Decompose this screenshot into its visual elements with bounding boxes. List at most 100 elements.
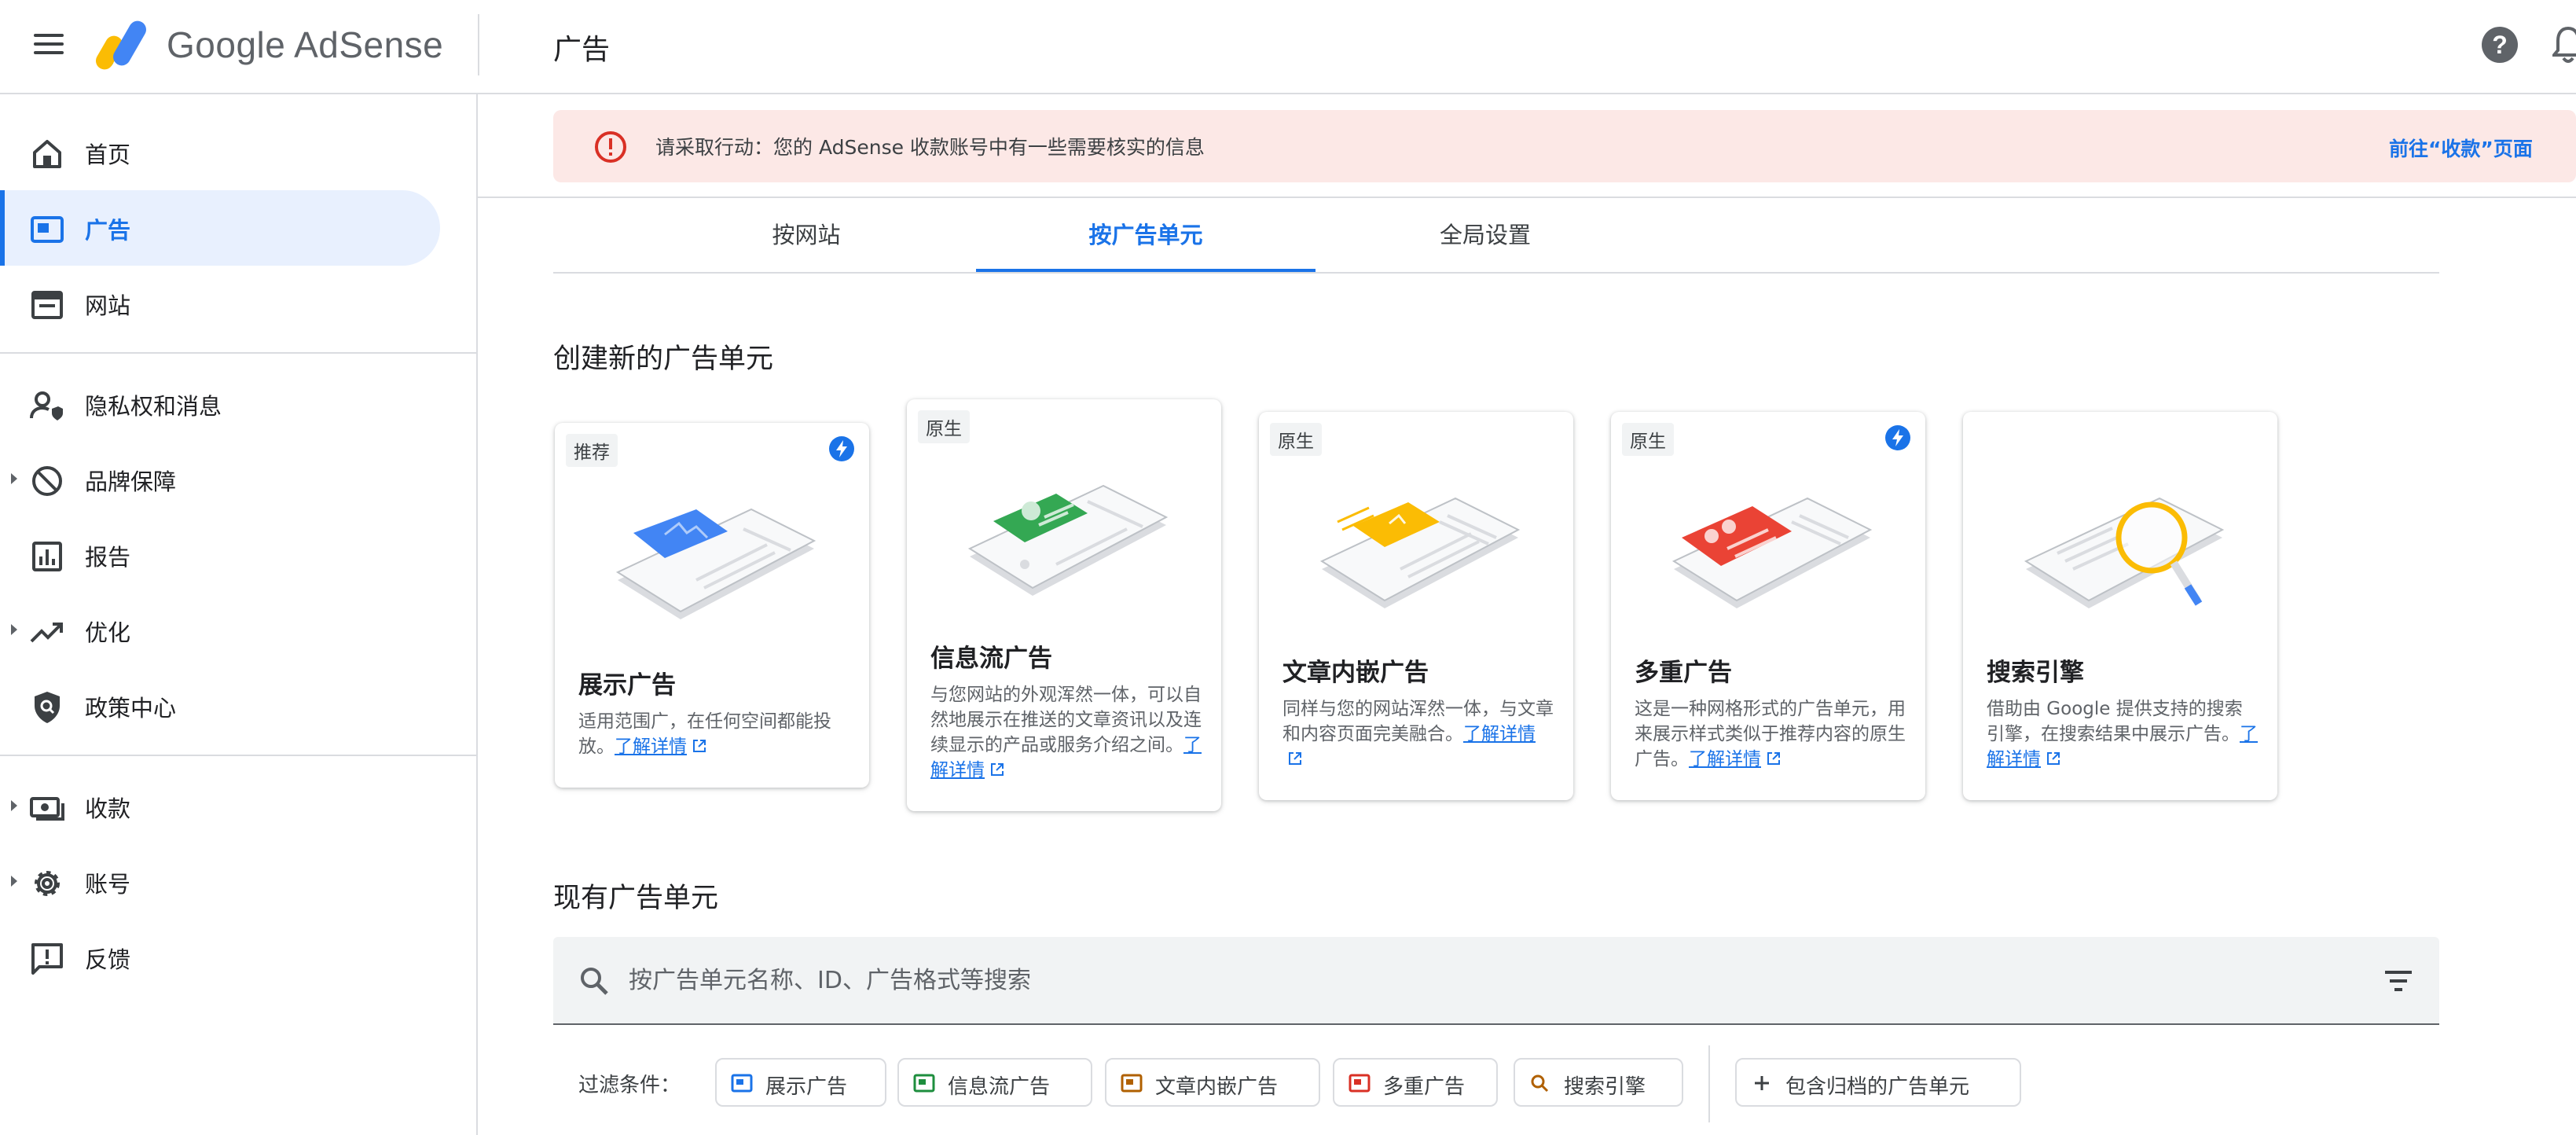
- learn-more-link[interactable]: 了解详情: [1689, 749, 1761, 770]
- sidebar-item-label: 政策中心: [85, 695, 177, 722]
- filter-divider: [1708, 1045, 1710, 1122]
- nav-divider: [0, 755, 478, 756]
- in-feed-ad-icon: [913, 1074, 935, 1093]
- alert-message: 请采取行动：您的 AdSense 收款账号中有一些需要核实的信息: [655, 136, 1205, 159]
- help-icon[interactable]: ?: [2482, 27, 2518, 63]
- sidebar-item-feedback[interactable]: 反馈: [0, 920, 440, 995]
- sidebar-item-label: 优化: [85, 619, 131, 646]
- sidebar-item-ads[interactable]: 广告: [0, 190, 440, 266]
- sidebar-item-label: 反馈: [85, 946, 131, 973]
- expand-caret-icon[interactable]: [11, 876, 17, 887]
- go-to-payments-link[interactable]: 前往“收款”页面: [2389, 134, 2533, 162]
- display-ad-illustration: [615, 508, 816, 619]
- sidebar-item-label: 网站: [85, 292, 131, 319]
- learn-more-link[interactable]: 了解详情: [1463, 724, 1536, 744]
- gear-icon: [35, 871, 60, 896]
- trending-up-icon: [30, 623, 63, 643]
- error-alert-icon: [595, 131, 626, 163]
- sidebar-item-reports[interactable]: 报告: [0, 517, 440, 593]
- sites-icon: [31, 291, 63, 319]
- lightning-bolt-icon: [829, 436, 854, 461]
- multiplex-ad-illustration: [1671, 497, 1873, 608]
- sidebar-item-sites[interactable]: 网站: [0, 266, 440, 341]
- in-feed-ads-card[interactable]: 原生 信息流广告 与您网站的外观浑然一体，可以自然地展示在推送的文章资讯以及连续…: [907, 399, 1221, 811]
- external-link-icon: [2047, 752, 2060, 765]
- brand-divider: [478, 14, 479, 75]
- sidebar-item-label: 品牌保障: [85, 468, 177, 495]
- filter-chip-search-engine[interactable]: 搜索引擎: [1514, 1058, 1683, 1107]
- sidebar-item-label: 首页: [85, 141, 131, 168]
- expand-caret-icon[interactable]: [11, 800, 17, 811]
- filter-chip-in-article[interactable]: 文章内嵌广告: [1105, 1058, 1320, 1107]
- notifications-bell-icon[interactable]: [2552, 25, 2576, 64]
- include-archived-chip[interactable]: 包含归档的广告单元: [1735, 1058, 2021, 1107]
- display-ad-icon: [731, 1074, 753, 1093]
- search-engine-illustration: [2024, 497, 2225, 608]
- display-ads-card[interactable]: 推荐 展示广告 适用范围广，在任何空间都能投放。了解详情: [555, 423, 869, 788]
- lightning-bolt-icon: [1885, 425, 1910, 450]
- search-input[interactable]: [629, 959, 2310, 1001]
- chip-label: 文章内嵌广告: [1155, 1075, 1279, 1099]
- search-icon: [1531, 1074, 1549, 1093]
- card-title: 展示广告: [578, 671, 676, 700]
- add-icon: [1755, 1076, 1769, 1090]
- learn-more-link[interactable]: 了解详情: [615, 736, 687, 757]
- sidebar-item-policy-center[interactable]: 政策中心: [0, 668, 440, 744]
- sidebar-item-account[interactable]: 账号: [0, 844, 440, 920]
- filter-chip-display[interactable]: 展示广告: [715, 1058, 886, 1107]
- sidebar-item-privacy[interactable]: 隐私权和消息: [0, 366, 440, 442]
- multiplex-ad-icon: [1349, 1074, 1371, 1093]
- filter-label: 过滤条件：: [578, 1074, 681, 1097]
- in-feed-ad-illustration: [967, 484, 1169, 596]
- chip-label: 搜索引擎: [1564, 1075, 1646, 1099]
- card-description: 适用范围广，在任何空间都能投放。了解详情: [578, 711, 831, 757]
- tab-global-settings[interactable]: 全局设置: [1316, 198, 1655, 272]
- privacy-user-icon: [30, 391, 63, 421]
- filter-chip-in-feed[interactable]: 信息流广告: [897, 1058, 1092, 1107]
- sidebar-nav: 首页 广告 网站 隐私权和消息 品牌保障 报告 优化 政策中心 收款 账号 反馈: [0, 94, 478, 1135]
- page-title: 广告: [553, 34, 611, 66]
- card-description: 与您网站的外观浑然一体，可以自然地展示在推送的文章资讯以及连续显示的产品或服务介…: [930, 685, 1202, 781]
- external-link-icon: [1289, 752, 1301, 765]
- card-tag: 原生: [1622, 423, 1674, 456]
- card-tag: 推荐: [566, 434, 618, 467]
- sidebar-item-optimize[interactable]: 优化: [0, 593, 440, 668]
- home-icon: [33, 140, 61, 168]
- tab-by-ad-unit[interactable]: 按广告单元: [976, 198, 1316, 272]
- card-title: 文章内嵌广告: [1282, 659, 1429, 687]
- tab-bar: 按网站 按广告单元 全局设置: [553, 198, 2439, 274]
- in-article-ads-card[interactable]: 原生 文章内嵌广告 同样与您的网站浑然一体，与文章和内容页面完美融合。了解详情: [1259, 412, 1573, 800]
- sidebar-item-brand-safety[interactable]: 品牌保障: [0, 442, 440, 517]
- multiplex-ads-card[interactable]: 原生 多重广告 这是一种网格形式的广告单元，用来展示样式类似于推荐内容的原生广告…: [1611, 412, 1925, 800]
- card-description: 同样与您的网站浑然一体，与文章和内容页面完美融合。了解详情: [1282, 696, 1554, 772]
- sidebar-item-payments[interactable]: 收款: [0, 769, 440, 844]
- search-engine-card[interactable]: 搜索引擎 借助由 Google 提供支持的搜索引擎，在搜索结果中展示广告。了解详…: [1963, 412, 2277, 800]
- filter-chip-multiplex[interactable]: 多重广告: [1333, 1058, 1498, 1107]
- sidebar-item-home[interactable]: 首页: [0, 115, 440, 190]
- existing-ad-units-heading: 现有广告单元: [553, 883, 719, 914]
- card-description: 借助由 Google 提供支持的搜索引擎，在搜索结果中展示广告。了解详情: [1987, 699, 2258, 770]
- filter-list-icon[interactable]: [2383, 967, 2414, 995]
- chip-label: 多重广告: [1383, 1075, 1466, 1099]
- in-article-ad-illustration: [1319, 497, 1521, 608]
- card-title: 搜索引擎: [1987, 659, 2084, 687]
- sidebar-item-label: 收款: [85, 795, 131, 822]
- card-tag: 原生: [918, 410, 970, 443]
- tab-by-site[interactable]: 按网站: [637, 198, 976, 272]
- card-description: 这是一种网格形式的广告单元，用来展示样式类似于推荐内容的原生广告。了解详情: [1635, 699, 1906, 770]
- nav-divider: [0, 352, 478, 354]
- feedback-icon: [31, 943, 63, 975]
- chip-label: 展示广告: [765, 1075, 848, 1099]
- search-icon: [581, 968, 608, 995]
- top-app-bar: Google AdSense 广告 ?: [0, 0, 2576, 94]
- expand-caret-icon[interactable]: [11, 624, 17, 635]
- card-title: 多重广告: [1635, 659, 1732, 687]
- expand-caret-icon[interactable]: [11, 473, 17, 484]
- payments-icon: [30, 797, 64, 821]
- ads-icon: [31, 216, 64, 243]
- adsense-logo-icon[interactable]: [94, 17, 154, 71]
- external-link-icon: [1767, 752, 1780, 765]
- sidebar-item-label: 隐私权和消息: [85, 393, 222, 420]
- main-menu-icon[interactable]: [27, 28, 71, 66]
- sidebar-item-label: 账号: [85, 871, 131, 898]
